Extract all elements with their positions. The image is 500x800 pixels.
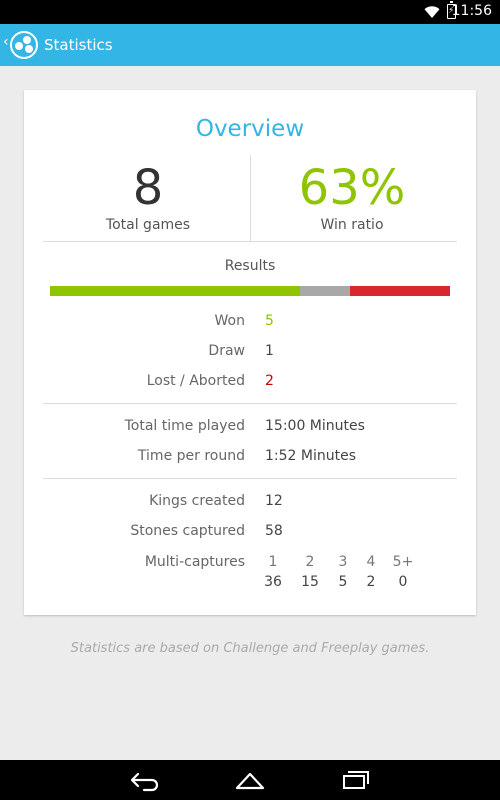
overview-title: Overview [195, 116, 305, 142]
multi-captures-value: 36 [264, 574, 282, 590]
outcome-row-won: Won 5 [24, 313, 476, 333]
multi-captures-header: 5+ [392, 554, 414, 570]
outcome-value: 1 [265, 343, 274, 359]
total-games-value: 8 [132, 160, 164, 216]
divider [43, 403, 457, 404]
multi-captures-header: 2 [305, 554, 315, 570]
pieces-row-stones: Stones captured 58 [24, 523, 476, 543]
back-icon[interactable] [128, 768, 160, 796]
status-bar: ⚡ 11:56 [0, 0, 500, 24]
multi-captures-header: 3 [338, 554, 348, 570]
results-bar-won [50, 286, 300, 296]
pieces-value: 12 [265, 493, 283, 509]
time-row-per-round: Time per round 1:52 Minutes [24, 448, 476, 468]
outcome-label: Draw [208, 343, 245, 359]
results-bar-lost [350, 286, 450, 296]
multi-captures-label: Multi-captures [144, 554, 245, 570]
outcome-row-lost: Lost / Aborted 2 [24, 373, 476, 393]
recents-icon[interactable] [340, 768, 372, 796]
outcome-row-draw: Draw 1 [24, 343, 476, 363]
outcome-value: 5 [265, 313, 274, 329]
navigation-bar [0, 760, 500, 800]
pieces-label: Stones captured [130, 523, 245, 539]
clock: 11:56 [451, 3, 492, 19]
pieces-value: 58 [265, 523, 283, 539]
multi-captures-value: 2 [366, 574, 376, 590]
time-value: 1:52 Minutes [265, 448, 356, 464]
win-ratio-label: Win ratio [320, 217, 384, 233]
wifi-icon [424, 4, 440, 23]
results-bar-draw [300, 286, 350, 296]
pieces-row-kings: Kings created 12 [24, 493, 476, 513]
outcome-value: 2 [265, 373, 274, 389]
divider [43, 478, 457, 479]
results-bar [50, 286, 450, 296]
page-title: Statistics [44, 36, 113, 54]
action-bar: ‹ Statistics [0, 24, 500, 66]
multi-captures-value: 0 [398, 574, 408, 590]
total-games-label: Total games [105, 217, 191, 233]
time-label: Total time played [124, 418, 245, 434]
multi-captures-value: 15 [301, 574, 319, 590]
multi-captures-header: 4 [366, 554, 376, 570]
pieces-label: Kings created [149, 493, 245, 509]
time-label: Time per round [137, 448, 245, 464]
total-games-stat: 8 Total games [46, 160, 250, 233]
results-title: Results [224, 258, 276, 274]
footnote: Statistics are based on Challenge and Fr… [70, 641, 430, 656]
statistics-card: Overview 8 Total games 63% Win ratio Res… [24, 90, 476, 615]
multi-captures-header: 1 [268, 554, 278, 570]
home-icon[interactable] [234, 768, 266, 796]
divider [43, 241, 457, 242]
outcome-label: Lost / Aborted [146, 373, 245, 389]
outcome-label: Won [214, 313, 245, 329]
multi-captures-value: 5 [338, 574, 348, 590]
chevron-left-icon[interactable]: ‹ [3, 34, 9, 50]
time-value: 15:00 Minutes [265, 418, 365, 434]
win-ratio-value: 63% [298, 160, 406, 216]
app-icon[interactable] [10, 31, 38, 59]
time-row-total: Total time played 15:00 Minutes [24, 418, 476, 438]
win-ratio-stat: 63% Win ratio [250, 160, 454, 233]
